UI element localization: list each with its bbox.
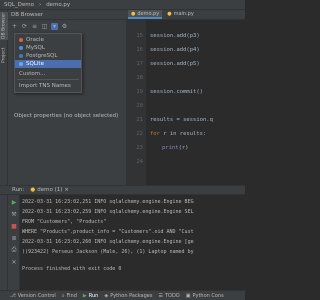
console-line: FROM "Customers", "Products" (22, 219, 107, 225)
db-browser-toolbar: + ⟳ ≡ ◫ ▾ ⚙ (8, 21, 126, 31)
add-connection-icon[interactable]: + (11, 23, 18, 30)
left-tool-strip: DB Browser Project (0, 10, 8, 290)
soft-wrap-icon[interactable]: ≣ (10, 234, 18, 242)
run-config-tab[interactable]: ● demo (1) × (30, 187, 69, 193)
python-file-icon: ● (167, 10, 172, 17)
mysql-icon (19, 46, 23, 50)
panel-title: DB Browser (11, 11, 44, 18)
menu-item-oracle[interactable]: Oracle (15, 36, 81, 44)
collapse-icon[interactable]: ≡ (31, 23, 38, 30)
run-icon: ▶ (82, 292, 87, 299)
console-line: 2022-03-31 16:23:02,251 INFO sqlalchemy.… (22, 199, 194, 205)
python-console-tab[interactable]: ▣ Python Cons (186, 293, 224, 299)
console-icon: ▣ (185, 292, 191, 299)
postgresql-icon (19, 54, 23, 58)
line-number: 21 (136, 117, 143, 123)
stop-icon[interactable]: ■ (10, 222, 18, 230)
find-tab[interactable]: ⌕ Find (62, 293, 77, 299)
tab-db-browser[interactable]: DB Browser (0, 12, 8, 40)
branch-icon: ⎇ (10, 292, 16, 299)
python-packages-tab[interactable]: ◈ Python Packages (104, 293, 152, 299)
line-number: 16 (136, 47, 143, 53)
line-number: 20 (136, 103, 143, 109)
line-number: 17 (136, 61, 143, 67)
line-number: 19 (136, 89, 143, 95)
editor-tabs: ● demo.py ● main.py (126, 10, 245, 20)
title-bar: SQL_Demo › demo.py (0, 0, 245, 10)
trash-icon[interactable]: ✕ (10, 258, 18, 266)
rerun-icon[interactable]: ▶ (10, 198, 18, 206)
run-panel-header: Run: ● demo (1) × (0, 185, 245, 195)
console-line: 2022-03-31 16:23:02,260 INFO sqlalchemy.… (22, 239, 194, 245)
package-icon: ◈ (104, 292, 109, 299)
oracle-icon (19, 38, 23, 42)
menu-item-mysql[interactable]: MySQL (15, 44, 81, 52)
object-properties-label: Object properties (no object selected) (14, 113, 119, 119)
code-line[interactable]: session.commit() (150, 89, 203, 95)
project-name[interactable]: SQL_Demo (4, 2, 34, 8)
code-line[interactable]: session.add(p3) (150, 33, 200, 39)
code-line[interactable]: session.add(p5) (150, 61, 200, 67)
run-tab[interactable]: ▶ Run (83, 293, 98, 299)
version-control-tab[interactable]: ⎇ Version Control (10, 293, 56, 299)
line-number: 18 (136, 75, 143, 81)
menu-item-custom[interactable]: Custom... (15, 70, 81, 78)
tool-window-bar: ⎇ Version Control ⌕ Find ▶ Run ◈ Python Pack… (0, 290, 245, 300)
line-number: 15 (136, 33, 143, 39)
tab-demo-py[interactable]: ● demo.py (128, 10, 163, 19)
tab-main-py[interactable]: ● main.py (164, 10, 197, 19)
line-gutter: 15 16 17 18 19 20 21 22 23 24 (126, 20, 146, 185)
list-icon: ☰ (158, 292, 163, 299)
code-line[interactable]: results = session.q (150, 117, 213, 123)
console-line: 2022-03-31 16:23:02,259 INFO sqlalchemy.… (22, 209, 194, 215)
menu-item-sqlite[interactable]: SQLite (15, 60, 81, 68)
chevron-right-icon: › (38, 1, 42, 8)
menu-item-postgresql[interactable]: PostgreSQL (15, 52, 81, 60)
sqlite-icon (19, 62, 23, 66)
tab-project[interactable]: Project (0, 44, 8, 66)
new-connection-icon[interactable]: ▾ (51, 22, 58, 30)
python-file-icon: ● (30, 187, 36, 193)
db-browser-header: DB Browser (8, 10, 126, 20)
code-line[interactable]: print(r) (150, 145, 189, 151)
console-line: WHERE "Products".product_info = "Custome… (22, 229, 194, 235)
close-icon[interactable]: × (64, 187, 69, 193)
line-number: 24 (136, 159, 143, 165)
code-line[interactable]: session.add(p4) (150, 47, 200, 53)
breadcrumb-file[interactable]: demo.py (46, 2, 70, 8)
settings-icon[interactable]: ⚙ (61, 23, 68, 30)
todo-tab[interactable]: ☰ TODO (158, 293, 179, 299)
wrench-icon[interactable]: ⚒ (10, 210, 18, 218)
python-file-icon: ● (131, 10, 136, 17)
connection-type-menu: Oracle MySQL PostgreSQL SQLite Custom...… (14, 33, 82, 93)
print-icon[interactable]: ⎙ (10, 246, 18, 254)
search-icon: ⌕ (61, 292, 65, 299)
menu-divider (17, 79, 79, 80)
line-number: 22 (136, 131, 143, 137)
refresh-icon[interactable]: ⟳ (21, 23, 28, 30)
menu-item-import-tns[interactable]: Import TNS Names (15, 82, 81, 90)
run-toolbar: ▶ ⚒ ■ ≣ ⎙ ✕ (8, 195, 20, 290)
console-line: ((923422) Perseus Jackson (Male, 26), (1… (22, 249, 194, 255)
console-line: Process finished with exit code 0 (22, 266, 122, 272)
line-number: 23 (136, 145, 143, 151)
code-line[interactable]: for r in results: (150, 131, 206, 137)
run-label: Run: (12, 187, 25, 193)
filter-icon[interactable]: ◫ (41, 23, 48, 30)
